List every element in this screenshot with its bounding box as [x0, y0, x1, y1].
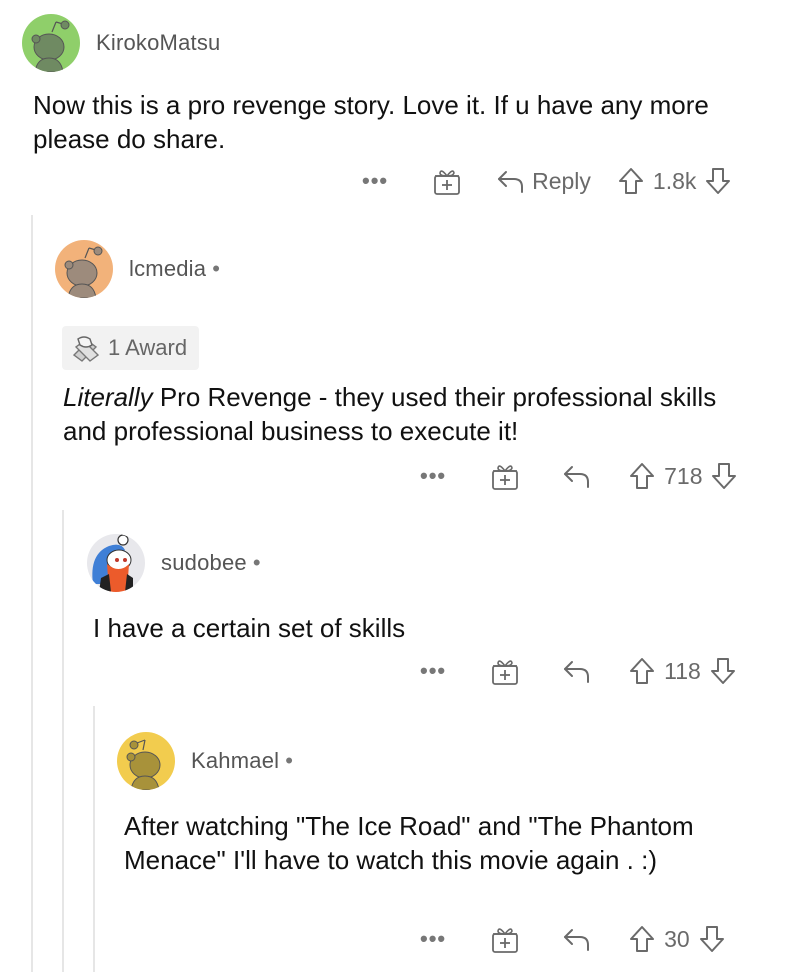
comment-body: After watching "The Ice Road" and "The P… — [124, 811, 694, 875]
upvote-arrow-icon — [630, 926, 655, 952]
username[interactable]: Kahmael — [191, 748, 279, 774]
thread-line-level-1[interactable] — [31, 215, 33, 972]
reply-button[interactable] — [562, 926, 592, 952]
thread-line-level-3[interactable] — [93, 706, 95, 972]
downvote-arrow-icon — [706, 168, 731, 194]
reply-button[interactable] — [562, 463, 592, 489]
gift-icon — [492, 660, 519, 685]
comment-body: Now this is a pro revenge story. Love it… — [33, 90, 709, 154]
downvote-arrow-icon — [699, 926, 724, 952]
comment-body: I have a certain set of skills — [93, 613, 406, 643]
downvote-arrow-icon — [710, 658, 735, 684]
comment-body-italic: Literally — [63, 382, 153, 412]
snoo-avatar-icon — [64, 246, 103, 298]
snoo-avatar-icon — [31, 20, 70, 72]
upvote-arrow-icon — [630, 463, 655, 489]
more-options-button[interactable]: ••• — [420, 658, 446, 684]
upvote-button[interactable] — [628, 656, 656, 686]
username[interactable]: sudobee — [161, 550, 247, 576]
give-award-button[interactable] — [490, 656, 520, 686]
more-options-button[interactable]: ••• — [420, 463, 446, 489]
give-award-button[interactable] — [490, 461, 520, 491]
give-award-button[interactable] — [490, 924, 520, 954]
separator-dot: • — [252, 550, 261, 575]
more-options-button[interactable]: ••• — [420, 926, 446, 952]
comment-body: Literally Pro Revenge - they used their … — [63, 380, 753, 448]
custom-snoo-avatar-icon — [92, 534, 133, 592]
thread-line-level-2[interactable] — [62, 510, 64, 972]
handshake-award-icon — [72, 336, 100, 362]
separator-dot: • — [285, 748, 293, 773]
comment-body-text: Pro Revenge - they used their profession… — [63, 382, 717, 446]
reply-arrow-icon — [564, 929, 590, 951]
upvote-button[interactable] — [628, 461, 656, 491]
vote-score: 718 — [664, 462, 703, 489]
separator-dot: • — [212, 256, 220, 281]
downvote-button[interactable] — [709, 656, 737, 686]
vote-score: 30 — [664, 925, 690, 952]
vote-score: 118 — [664, 657, 701, 684]
avatar[interactable] — [87, 534, 145, 592]
give-award-button[interactable] — [432, 166, 462, 196]
gift-icon — [434, 170, 461, 195]
downvote-button[interactable] — [698, 924, 726, 954]
award-label: 1 Award — [108, 335, 188, 360]
avatar[interactable] — [117, 732, 175, 790]
reply-arrow-icon — [498, 171, 524, 193]
reply-arrow-icon — [564, 661, 590, 683]
downvote-button[interactable] — [704, 166, 732, 196]
username[interactable]: lcmedia — [129, 256, 206, 282]
reply-arrow-icon — [564, 466, 590, 488]
downvote-arrow-icon — [712, 463, 737, 489]
avatar[interactable] — [55, 240, 113, 298]
gift-icon — [492, 465, 519, 490]
more-options-button[interactable]: ••• — [362, 168, 388, 194]
snoo-avatar-icon — [126, 739, 161, 790]
reply-label: Reply — [532, 167, 591, 194]
reply-button[interactable] — [562, 658, 592, 684]
upvote-button[interactable] — [617, 166, 645, 196]
downvote-button[interactable] — [710, 461, 738, 491]
vote-score: 1.8k — [652, 167, 697, 194]
upvote-arrow-icon — [618, 168, 643, 194]
gift-icon — [492, 928, 519, 953]
username[interactable]: KirokoMatsu — [96, 30, 220, 56]
upvote-arrow-icon — [630, 658, 655, 684]
avatar[interactable] — [22, 14, 80, 72]
reply-button[interactable]: Reply — [496, 168, 591, 195]
award-badge[interactable]: 1 Award — [62, 326, 200, 370]
upvote-button[interactable] — [628, 924, 656, 954]
